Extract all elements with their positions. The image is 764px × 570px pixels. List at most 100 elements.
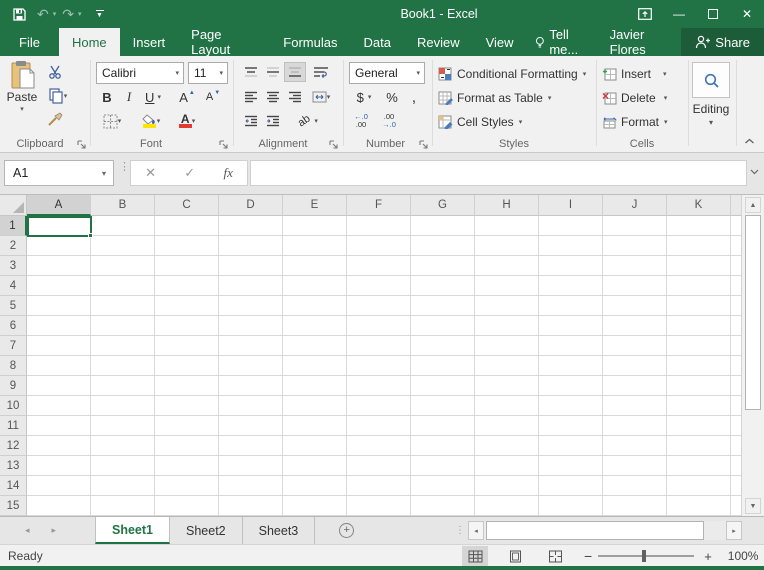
accounting-format-button[interactable]: $ ▾ xyxy=(349,87,379,107)
row-header-12[interactable]: 12 xyxy=(0,436,27,456)
maximize-button[interactable] xyxy=(696,0,730,28)
row-header-9[interactable]: 9 xyxy=(0,376,27,396)
cell-h3[interactable] xyxy=(475,256,539,276)
cell-c4[interactable] xyxy=(155,276,219,296)
cell-a10[interactable] xyxy=(27,396,91,416)
cell-g14[interactable] xyxy=(411,476,475,496)
cell-e12[interactable] xyxy=(283,436,347,456)
cell-c14[interactable] xyxy=(155,476,219,496)
font-color-dropdown-icon[interactable]: ▾ xyxy=(192,117,196,125)
cell-k13[interactable] xyxy=(667,456,731,476)
tab-insert[interactable]: Insert xyxy=(120,28,179,56)
cell-partial-8[interactable] xyxy=(731,356,741,376)
font-size-combo[interactable]: 11▾ xyxy=(188,62,228,84)
cell-a3[interactable] xyxy=(27,256,91,276)
cell-i1[interactable] xyxy=(539,216,603,236)
cell-g3[interactable] xyxy=(411,256,475,276)
cell-i4[interactable] xyxy=(539,276,603,296)
editing-button[interactable] xyxy=(692,62,730,98)
ribbon-display-options-icon[interactable] xyxy=(628,0,662,28)
cell-j14[interactable] xyxy=(603,476,667,496)
top-align-button[interactable] xyxy=(240,62,262,82)
page-layout-view-button[interactable] xyxy=(502,546,528,566)
cell-g8[interactable] xyxy=(411,356,475,376)
bold-button[interactable]: B xyxy=(96,87,118,107)
cell-d6[interactable] xyxy=(219,316,283,336)
fill-color-button[interactable]: ▾ xyxy=(134,111,168,131)
cell-c9[interactable] xyxy=(155,376,219,396)
middle-align-button[interactable] xyxy=(262,62,284,82)
cell-f6[interactable] xyxy=(347,316,411,336)
cell-h2[interactable] xyxy=(475,236,539,256)
close-button[interactable]: ✕ xyxy=(730,0,764,28)
undo-dropdown-icon[interactable]: ▾ xyxy=(53,10,57,18)
borders-dropdown-icon[interactable]: ▾ xyxy=(118,117,122,125)
cell-g13[interactable] xyxy=(411,456,475,476)
orientation-button[interactable]: ab ▾ xyxy=(292,111,324,131)
formula-bar-dots-icon[interactable]: ⋮ xyxy=(119,165,130,170)
cell-j7[interactable] xyxy=(603,336,667,356)
format-cells-button[interactable]: Format ▾ xyxy=(602,112,668,132)
cell-f8[interactable] xyxy=(347,356,411,376)
row-header-11[interactable]: 11 xyxy=(0,416,27,436)
delete-cells-button[interactable]: Delete ▾ xyxy=(602,88,667,108)
cell-k12[interactable] xyxy=(667,436,731,456)
cell-j4[interactable] xyxy=(603,276,667,296)
cell-c5[interactable] xyxy=(155,296,219,316)
cell-e9[interactable] xyxy=(283,376,347,396)
vertical-scrollbar[interactable]: ▲ ▼ xyxy=(741,195,764,516)
decrease-font-size-button[interactable]: A▼ xyxy=(202,87,224,107)
number-format-combo[interactable]: General▾ xyxy=(349,62,425,84)
row-header-3[interactable]: 3 xyxy=(0,256,27,276)
cell-b15[interactable] xyxy=(91,496,155,516)
horizontal-scroll-thumb[interactable] xyxy=(486,521,704,540)
italic-button[interactable]: I xyxy=(118,87,140,107)
name-box[interactable]: A1 ▾ xyxy=(4,160,114,186)
cell-k15[interactable] xyxy=(667,496,731,516)
cell-styles-button[interactable]: Cell Styles ▾ xyxy=(438,112,522,132)
cell-j9[interactable] xyxy=(603,376,667,396)
sheet-bar-dots-icon[interactable]: ⋮ xyxy=(455,525,465,536)
row-header-1[interactable]: 1 xyxy=(0,216,27,236)
save-icon[interactable] xyxy=(8,3,31,25)
cell-partial-9[interactable] xyxy=(731,376,741,396)
column-header-e[interactable]: E xyxy=(283,195,347,216)
column-header-g[interactable]: G xyxy=(411,195,475,216)
cell-f11[interactable] xyxy=(347,416,411,436)
cell-a8[interactable] xyxy=(27,356,91,376)
cell-g9[interactable] xyxy=(411,376,475,396)
underline-dropdown-icon[interactable]: ▾ xyxy=(157,93,161,101)
bottom-align-button[interactable] xyxy=(284,62,306,82)
cell-e8[interactable] xyxy=(283,356,347,376)
row-header-4[interactable]: 4 xyxy=(0,276,27,296)
cell-i15[interactable] xyxy=(539,496,603,516)
cell-a1[interactable] xyxy=(27,216,91,236)
cell-c10[interactable] xyxy=(155,396,219,416)
cell-a4[interactable] xyxy=(27,276,91,296)
cell-d14[interactable] xyxy=(219,476,283,496)
cell-j3[interactable] xyxy=(603,256,667,276)
cell-c11[interactable] xyxy=(155,416,219,436)
cell-d9[interactable] xyxy=(219,376,283,396)
align-left-button[interactable] xyxy=(240,87,262,107)
cell-e5[interactable] xyxy=(283,296,347,316)
merge-center-dropdown-icon[interactable]: ▾ xyxy=(327,93,331,101)
cell-partial-5[interactable] xyxy=(731,296,741,316)
cell-d2[interactable] xyxy=(219,236,283,256)
cell-partial-15[interactable] xyxy=(731,496,741,516)
cell-h9[interactable] xyxy=(475,376,539,396)
cell-a14[interactable] xyxy=(27,476,91,496)
cell-i10[interactable] xyxy=(539,396,603,416)
cell-g5[interactable] xyxy=(411,296,475,316)
cell-c8[interactable] xyxy=(155,356,219,376)
minimize-button[interactable]: — xyxy=(662,0,696,28)
cell-j15[interactable] xyxy=(603,496,667,516)
cell-b12[interactable] xyxy=(91,436,155,456)
cell-a12[interactable] xyxy=(27,436,91,456)
cell-partial-4[interactable] xyxy=(731,276,741,296)
cell-h15[interactable] xyxy=(475,496,539,516)
cell-c13[interactable] xyxy=(155,456,219,476)
cell-k11[interactable] xyxy=(667,416,731,436)
editing-dropdown-icon[interactable]: ▾ xyxy=(688,118,734,127)
cell-g7[interactable] xyxy=(411,336,475,356)
